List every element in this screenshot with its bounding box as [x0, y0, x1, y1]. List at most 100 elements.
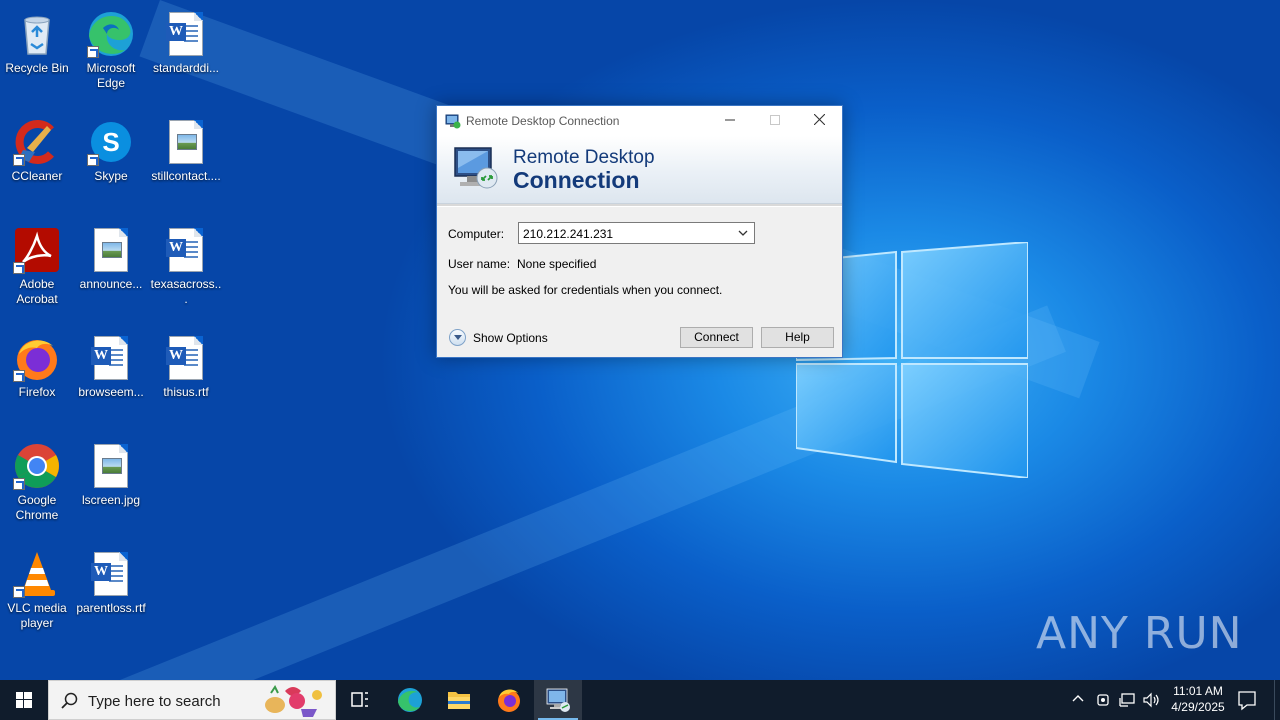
- taskbar-file-explorer[interactable]: [435, 680, 483, 720]
- network-icon[interactable]: [1118, 692, 1136, 708]
- connect-button[interactable]: Connect: [680, 327, 753, 348]
- computer-value[interactable]: 210.212.241.231: [523, 227, 613, 241]
- desktop-icon-browseem[interactable]: W browseem...: [74, 328, 148, 400]
- computer-label: Computer:: [448, 227, 505, 241]
- volume-icon[interactable]: [1142, 692, 1160, 708]
- desktop-icon-stillcontact[interactable]: stillcontact....: [149, 112, 223, 184]
- desktop-icon-label: VLC media player: [7, 601, 67, 630]
- svg-text:S: S: [102, 127, 119, 157]
- chrome-icon: [13, 442, 61, 490]
- firefox-icon: [498, 689, 520, 712]
- desktop-icon-label: Adobe Acrobat: [16, 277, 58, 306]
- expand-options-icon[interactable]: [449, 329, 466, 346]
- acrobat-icon: [13, 226, 61, 274]
- shortcut-arrow-icon: [13, 370, 25, 382]
- desktop-icon-skype[interactable]: S Skype: [74, 112, 148, 184]
- desktop-icon-google-chrome[interactable]: Google Chrome: [0, 436, 74, 523]
- taskbar-edge[interactable]: [386, 680, 434, 720]
- desktop-icon-recycle-bin[interactable]: Recycle Bin: [0, 4, 74, 76]
- tray-volume[interactable]: [1142, 692, 1160, 711]
- edge-icon: [398, 688, 422, 712]
- word-doc-icon: W: [162, 226, 210, 274]
- desktop-icon-label: stillcontact....: [151, 169, 221, 183]
- image-file-icon: [87, 442, 135, 490]
- word-doc-icon: W: [87, 550, 135, 598]
- desktop-icon-label: lscreen.jpg: [81, 493, 141, 507]
- chevron-down-icon[interactable]: [738, 228, 748, 238]
- desktop-icon-adobe-acrobat[interactable]: Adobe Acrobat: [0, 220, 74, 307]
- banner-title-line1: Remote Desktop: [513, 147, 655, 168]
- show-desktop-button[interactable]: [1274, 680, 1280, 720]
- clock-date: 4/29/2025: [1171, 700, 1225, 714]
- desktop-icon-lscreen[interactable]: lscreen.jpg: [74, 436, 148, 508]
- desktop-icon-microsoft-edge[interactable]: Microsoft Edge: [74, 4, 148, 91]
- shortcut-arrow-icon: [13, 262, 25, 274]
- taskbar: Type here to search 11:01 AM 4/29/2025: [0, 680, 1280, 720]
- shortcut-arrow-icon: [13, 478, 25, 490]
- desktop-icon-announce[interactable]: announce...: [74, 220, 148, 292]
- remote-desktop-window[interactable]: Remote Desktop Connection Remote Desktop…: [436, 105, 843, 358]
- action-center-button[interactable]: [1236, 680, 1258, 720]
- username-label: User name:: [448, 257, 511, 271]
- remote-desktop-monitor-icon: [454, 147, 498, 189]
- rdc-app-icon: [445, 114, 461, 129]
- task-view-button[interactable]: [336, 680, 384, 720]
- banner-title-line2: Connection: [513, 167, 640, 193]
- minimize-icon: [724, 119, 735, 121]
- device-status-icon[interactable]: [1095, 692, 1111, 708]
- word-doc-icon: W: [162, 334, 210, 382]
- tray-network[interactable]: [1118, 692, 1136, 711]
- desktop-icon-label: browseem...: [78, 385, 144, 399]
- remote-desktop-icon: [546, 688, 570, 712]
- desktop-icon-firefox[interactable]: Firefox: [0, 328, 74, 400]
- desktop-icon-ccleaner[interactable]: CCleaner: [0, 112, 74, 184]
- shortcut-arrow-icon: [13, 586, 25, 598]
- start-button[interactable]: [0, 680, 48, 720]
- credentials-info: You will be asked for credentials when y…: [448, 283, 723, 297]
- shortcut-arrow-icon: [13, 154, 25, 166]
- clock-time: 11:01 AM: [1173, 684, 1223, 698]
- desktop-icon-label: CCleaner: [11, 169, 63, 183]
- search-highlight-art-icon: [265, 685, 322, 717]
- desktop-icon-label: Firefox: [18, 385, 56, 399]
- firefox-icon: [13, 334, 61, 382]
- taskbar-remote-desktop[interactable]: [534, 680, 582, 720]
- shortcut-arrow-icon: [87, 154, 99, 166]
- show-options-label[interactable]: Show Options: [473, 331, 548, 345]
- computer-combobox[interactable]: 210.212.241.231: [518, 222, 755, 244]
- close-button[interactable]: [797, 106, 842, 135]
- notification-icon: [1238, 691, 1256, 711]
- vlc-icon: [13, 550, 61, 598]
- taskbar-search-box[interactable]: Type here to search: [48, 680, 336, 720]
- image-file-icon: [162, 118, 210, 166]
- desktop-icon-label: Skype: [94, 169, 128, 183]
- search-placeholder[interactable]: Type here to search: [88, 693, 221, 710]
- recycle-bin-icon: [13, 10, 61, 58]
- skype-icon: S: [87, 118, 135, 166]
- help-button[interactable]: Help: [761, 327, 834, 348]
- window-title: Remote Desktop Connection: [466, 114, 620, 128]
- desktop-icon-label: thisus.rtf: [163, 385, 209, 399]
- minimize-button[interactable]: [707, 106, 752, 135]
- desktop-icon-thisus[interactable]: W thisus.rtf: [149, 328, 223, 400]
- desktop-icon-vlc[interactable]: VLC media player: [0, 544, 74, 631]
- username-value: None specified: [517, 257, 597, 271]
- rdc-banner: Remote Desktop Connection: [437, 136, 842, 204]
- desktop-icon-texasacross[interactable]: W texasacross...: [149, 220, 223, 307]
- chevron-up-icon[interactable]: [1071, 692, 1085, 706]
- image-file-icon: [87, 226, 135, 274]
- desktop-icon-parentloss[interactable]: W parentloss.rtf: [74, 544, 148, 616]
- maximize-button[interactable]: [752, 106, 797, 135]
- tray-network-status[interactable]: [1095, 692, 1111, 711]
- desktop-icon-label: texasacross...: [150, 277, 222, 306]
- word-doc-icon: W: [162, 10, 210, 58]
- taskbar-firefox[interactable]: [485, 680, 533, 720]
- desktop-icon-label: Google Chrome: [15, 493, 59, 522]
- desktop-icon-label: standarddi...: [152, 61, 220, 75]
- taskbar-clock[interactable]: 11:01 AM 4/29/2025: [1160, 683, 1236, 715]
- word-doc-icon: W: [87, 334, 135, 382]
- window-titlebar[interactable]: Remote Desktop Connection: [437, 106, 842, 136]
- task-view-icon: [351, 692, 368, 707]
- desktop-icon-standarddi[interactable]: W standarddi...: [149, 4, 223, 76]
- show-hidden-icons-button[interactable]: [1071, 692, 1085, 709]
